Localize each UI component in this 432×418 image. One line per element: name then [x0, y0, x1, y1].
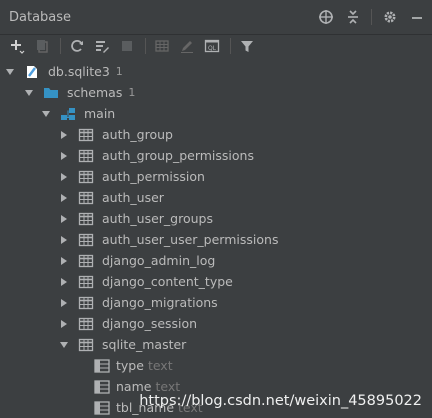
- sql-console-icon[interactable]: QL: [203, 37, 221, 55]
- table-label: auth_user_groups: [102, 211, 213, 226]
- tree-node-table[interactable]: auth_user_user_permissions: [58, 229, 278, 250]
- toolbar-separator: [145, 38, 146, 54]
- table-label: django_content_type: [102, 274, 233, 289]
- schema-icon: [60, 106, 76, 122]
- table-icon: [78, 316, 94, 332]
- column-name: name: [116, 379, 152, 394]
- tree-node-table[interactable]: django_session: [58, 313, 197, 334]
- table-label: sqlite_master: [102, 337, 187, 352]
- chevron-right-icon[interactable]: [58, 276, 70, 288]
- tree-node-table[interactable]: auth_user: [58, 187, 164, 208]
- tree-node-table[interactable]: django_admin_log: [58, 250, 215, 271]
- table-label: auth_user_user_permissions: [102, 232, 279, 247]
- chevron-down-icon[interactable]: [58, 339, 70, 351]
- tree-node-table[interactable]: auth_group: [58, 124, 173, 145]
- column-name: type: [116, 358, 144, 373]
- chevron-right-icon[interactable]: [58, 129, 70, 141]
- filter-icon[interactable]: [238, 37, 256, 55]
- table-icon: [78, 295, 94, 311]
- panel-title: Database: [9, 10, 72, 25]
- header-separator: [371, 9, 372, 25]
- column-type: text: [147, 358, 173, 373]
- table-label: django_migrations: [102, 295, 218, 310]
- crosshair-icon[interactable]: [317, 8, 335, 26]
- table-icon: [78, 211, 94, 227]
- chevron-right-icon[interactable]: [58, 171, 70, 183]
- watermark: https://blog.csdn.net/weixin_45895022: [139, 393, 422, 409]
- table-icon: [78, 274, 94, 290]
- refresh-icon[interactable]: [68, 37, 86, 55]
- table-icon: [78, 232, 94, 248]
- properties-icon[interactable]: [93, 37, 111, 55]
- database-label: db.sqlite3: [48, 64, 110, 79]
- table-label: auth_permission: [102, 169, 205, 184]
- toolbar-separator: [60, 38, 61, 54]
- sqlite-database-icon: [24, 64, 40, 80]
- toolbar-separator: [230, 38, 231, 54]
- column-icon: [94, 379, 110, 394]
- tree-node-table[interactable]: auth_user_groups: [58, 208, 213, 229]
- toolbar: QL: [0, 35, 432, 57]
- tree-node-table[interactable]: django_migrations: [58, 292, 218, 313]
- edit-icon[interactable]: [178, 37, 196, 55]
- tree-node-database[interactable]: db.sqlite3 1: [4, 61, 123, 82]
- tree-node-schemas[interactable]: schemas 1: [23, 82, 135, 103]
- duplicate-icon[interactable]: [33, 37, 51, 55]
- tree-node-table[interactable]: auth_group_permissions: [58, 145, 254, 166]
- svg-text:QL: QL: [208, 45, 217, 52]
- schemas-count: 1: [128, 86, 136, 99]
- stop-icon[interactable]: [118, 37, 136, 55]
- table-label: auth_group: [102, 127, 173, 142]
- table-icon: [78, 190, 94, 206]
- panel-header: Database: [0, 0, 432, 35]
- minimize-icon[interactable]: [408, 8, 426, 26]
- table-label: auth_group_permissions: [102, 148, 254, 163]
- column-icon: [94, 400, 110, 415]
- column-icon: [94, 358, 110, 373]
- table-editor-icon[interactable]: [153, 37, 171, 55]
- schemas-label: schemas: [67, 85, 123, 100]
- chevron-right-icon[interactable]: [58, 150, 70, 162]
- collapse-all-icon[interactable]: [344, 8, 362, 26]
- chevron-right-icon[interactable]: [58, 234, 70, 246]
- tree-node-table[interactable]: auth_permission: [58, 166, 205, 187]
- table-label: django_admin_log: [102, 253, 216, 268]
- tree-node-schema-main[interactable]: main: [40, 103, 115, 124]
- chevron-right-icon[interactable]: [58, 255, 70, 267]
- chevron-down-icon[interactable]: [4, 66, 16, 78]
- schema-label: main: [84, 106, 116, 121]
- panel-header-actions: [308, 8, 426, 26]
- table-icon: [78, 148, 94, 164]
- table-icon: [78, 337, 94, 353]
- gear-icon[interactable]: [381, 8, 399, 26]
- chevron-right-icon[interactable]: [58, 318, 70, 330]
- chevron-right-icon[interactable]: [58, 297, 70, 309]
- table-label: auth_user: [102, 190, 164, 205]
- chevron-down-icon[interactable]: [23, 87, 35, 99]
- add-icon[interactable]: [8, 37, 26, 55]
- tree-node-table[interactable]: django_content_type: [58, 271, 233, 292]
- chevron-down-icon[interactable]: [40, 108, 52, 120]
- database-count: 1: [115, 65, 123, 78]
- table-icon: [78, 127, 94, 143]
- tree-node-table[interactable]: sqlite_master: [58, 334, 186, 355]
- column-type: text: [155, 379, 181, 394]
- chevron-right-icon[interactable]: [58, 192, 70, 204]
- table-label: django_session: [102, 316, 198, 331]
- table-icon: [78, 169, 94, 185]
- tree-node-column[interactable]: type text: [94, 355, 173, 376]
- table-icon: [78, 253, 94, 269]
- folder-icon: [43, 85, 59, 101]
- chevron-right-icon[interactable]: [58, 213, 70, 225]
